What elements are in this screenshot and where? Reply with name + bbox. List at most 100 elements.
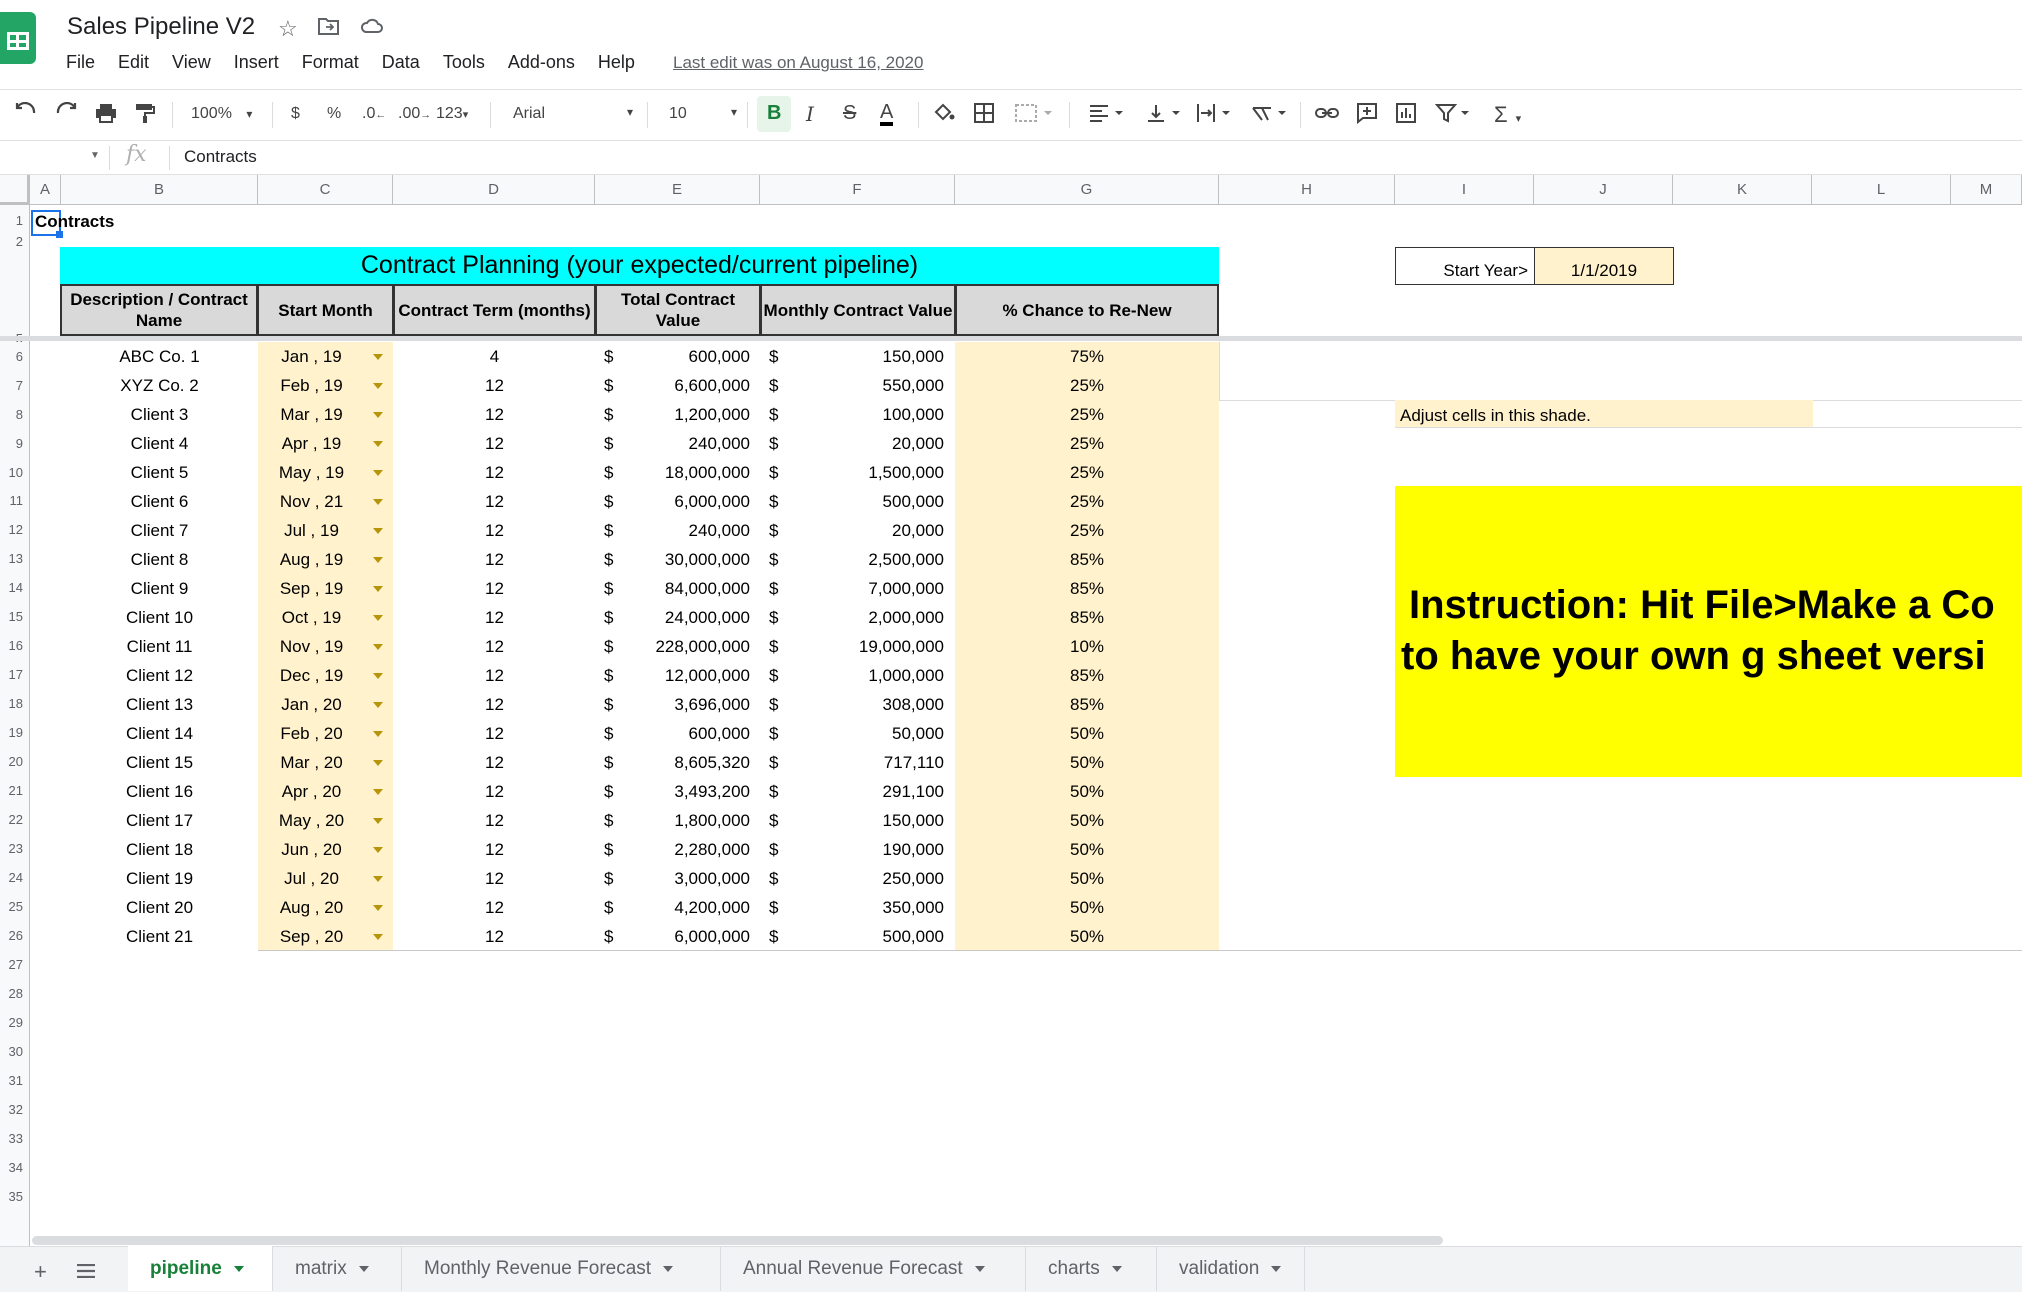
currency-symbol[interactable]: $	[769, 405, 778, 425]
monthly-value-cell[interactable]: 1,500,000	[868, 463, 944, 483]
align-horizontal-icon[interactable]	[1088, 102, 1128, 130]
menu-view[interactable]: View	[172, 52, 211, 73]
term-cell[interactable]: 12	[393, 898, 596, 918]
menu-data[interactable]: Data	[382, 52, 420, 73]
sheet-tab-validation[interactable]: validation	[1157, 1246, 1305, 1291]
fill-color-icon[interactable]	[932, 102, 956, 130]
format-currency-button[interactable]: $	[291, 105, 300, 123]
renew-chance-cell[interactable]: 50%	[955, 782, 1219, 802]
dropdown-arrow-icon[interactable]	[373, 847, 383, 853]
dropdown-arrow-icon[interactable]	[373, 557, 383, 563]
table-row[interactable]: Client 18 Jun , 20 12 $2,280,000 $190,000 50%	[0, 835, 1219, 864]
last-edit-link[interactable]: Last edit was on August 16, 2020	[673, 53, 923, 73]
currency-symbol[interactable]: $	[604, 434, 613, 454]
table-row[interactable]: Client 5 May , 19 12 $18,000,000 $1,500,000 2…	[0, 458, 1219, 487]
currency-symbol[interactable]: $	[769, 782, 778, 802]
column-header-a[interactable]: A	[30, 175, 61, 205]
borders-icon[interactable]	[973, 102, 995, 130]
row-header[interactable]: 28	[0, 979, 30, 1008]
total-value-cell[interactable]: 3,696,000	[674, 695, 750, 715]
monthly-value-cell[interactable]: 291,100	[883, 782, 944, 802]
menu-insert[interactable]: Insert	[234, 52, 279, 73]
italic-button[interactable]: I	[806, 102, 814, 126]
dropdown-arrow-icon[interactable]	[373, 789, 383, 795]
contract-name-cell[interactable]: Client 16	[61, 782, 258, 802]
monthly-value-cell[interactable]: 150,000	[883, 811, 944, 831]
tab-menu-caret-icon[interactable]	[1111, 1265, 1122, 1272]
term-cell[interactable]: 12	[393, 840, 596, 860]
currency-symbol[interactable]: $	[769, 869, 778, 889]
term-cell[interactable]: 12	[393, 492, 596, 512]
contract-name-cell[interactable]: Client 13	[61, 695, 258, 715]
strikethrough-button[interactable]: S	[843, 102, 856, 125]
zoom-select[interactable]: 100% ▾	[191, 105, 252, 123]
dropdown-arrow-icon[interactable]	[373, 673, 383, 679]
total-value-cell[interactable]: 240,000	[689, 434, 750, 454]
contract-name-cell[interactable]: Client 21	[61, 927, 258, 947]
name-box-dropdown-icon[interactable]: ▼	[90, 150, 100, 161]
menu-help[interactable]: Help	[598, 52, 635, 73]
dropdown-arrow-icon[interactable]	[373, 441, 383, 447]
currency-symbol[interactable]: $	[604, 724, 613, 744]
currency-symbol[interactable]: $	[769, 579, 778, 599]
bold-button[interactable]: B	[767, 102, 781, 125]
monthly-value-cell[interactable]: 2,500,000	[868, 550, 944, 570]
filter-icon[interactable]	[1434, 102, 1475, 130]
formula-input[interactable]: Contracts	[184, 147, 257, 167]
menu-edit[interactable]: Edit	[118, 52, 149, 73]
contract-name-cell[interactable]: Client 4	[61, 434, 258, 454]
currency-symbol[interactable]: $	[769, 347, 778, 367]
total-value-cell[interactable]: 6,000,000	[674, 927, 750, 947]
renew-chance-cell[interactable]: 25%	[955, 405, 1219, 425]
row-header[interactable]: 35	[0, 1182, 30, 1211]
monthly-value-cell[interactable]: 250,000	[883, 869, 944, 889]
term-cell[interactable]: 12	[393, 753, 596, 773]
table-row[interactable]: XYZ Co. 2 Feb , 19 12 $6,600,000 $550,000 25%	[0, 371, 1219, 400]
term-cell[interactable]: 12	[393, 927, 596, 947]
star-icon[interactable]: ☆	[278, 16, 298, 42]
term-cell[interactable]: 12	[393, 550, 596, 570]
monthly-value-cell[interactable]: 308,000	[883, 695, 944, 715]
currency-symbol[interactable]: $	[769, 724, 778, 744]
document-title[interactable]: Sales Pipeline V2	[67, 13, 255, 41]
dropdown-arrow-icon[interactable]	[373, 470, 383, 476]
term-cell[interactable]: 12	[393, 695, 596, 715]
renew-chance-cell[interactable]: 85%	[955, 695, 1219, 715]
table-row[interactable]: Client 12 Dec , 19 12 $12,000,000 $1,000,000…	[0, 661, 1219, 690]
table-row[interactable]: Client 15 Mar , 20 12 $8,605,320 $717,110 50%	[0, 748, 1219, 777]
total-value-cell[interactable]: 2,280,000	[674, 840, 750, 860]
column-header-c[interactable]: C	[258, 175, 393, 205]
renew-chance-cell[interactable]: 50%	[955, 811, 1219, 831]
renew-chance-cell[interactable]: 25%	[955, 521, 1219, 541]
select-all-corner[interactable]	[0, 175, 30, 205]
contract-planning-banner[interactable]: Contract Planning (your expected/current…	[60, 247, 1219, 284]
contract-name-cell[interactable]: XYZ Co. 2	[61, 376, 258, 396]
table-row[interactable]: Client 10 Oct , 19 12 $24,000,000 $2,000,000…	[0, 603, 1219, 632]
dropdown-arrow-icon[interactable]	[373, 615, 383, 621]
start-month-cell[interactable]: Feb , 19	[258, 376, 365, 396]
term-cell[interactable]: 4	[393, 347, 596, 367]
currency-symbol[interactable]: $	[769, 927, 778, 947]
monthly-value-cell[interactable]: 150,000	[883, 347, 944, 367]
renew-chance-cell[interactable]: 50%	[955, 724, 1219, 744]
currency-symbol[interactable]: $	[604, 492, 613, 512]
column-header-m[interactable]: M	[1951, 175, 2022, 205]
tab-menu-caret-icon[interactable]	[974, 1265, 985, 1272]
header-start-month[interactable]: Start Month	[257, 284, 394, 336]
contract-name-cell[interactable]: Client 3	[61, 405, 258, 425]
header-monthly-value[interactable]: Monthly Contract Value	[760, 284, 956, 336]
currency-symbol[interactable]: $	[769, 898, 778, 918]
table-row[interactable]: ABC Co. 1 Jan , 19 4 $600,000 $150,000 75%	[0, 342, 1219, 371]
sheet-tab-matrix[interactable]: matrix	[273, 1246, 402, 1291]
currency-symbol[interactable]: $	[604, 521, 613, 541]
total-value-cell[interactable]: 30,000,000	[665, 550, 750, 570]
renew-chance-cell[interactable]: 85%	[955, 579, 1219, 599]
sheet-tab-annual-revenue-forecast[interactable]: Annual Revenue Forecast	[721, 1246, 1026, 1291]
renew-chance-cell[interactable]: 25%	[955, 434, 1219, 454]
renew-chance-cell[interactable]: 25%	[955, 463, 1219, 483]
contract-name-cell[interactable]: Client 20	[61, 898, 258, 918]
start-month-cell[interactable]: Nov , 21	[258, 492, 365, 512]
term-cell[interactable]: 12	[393, 376, 596, 396]
start-month-cell[interactable]: Dec , 19	[258, 666, 365, 686]
dropdown-arrow-icon[interactable]	[373, 354, 383, 360]
